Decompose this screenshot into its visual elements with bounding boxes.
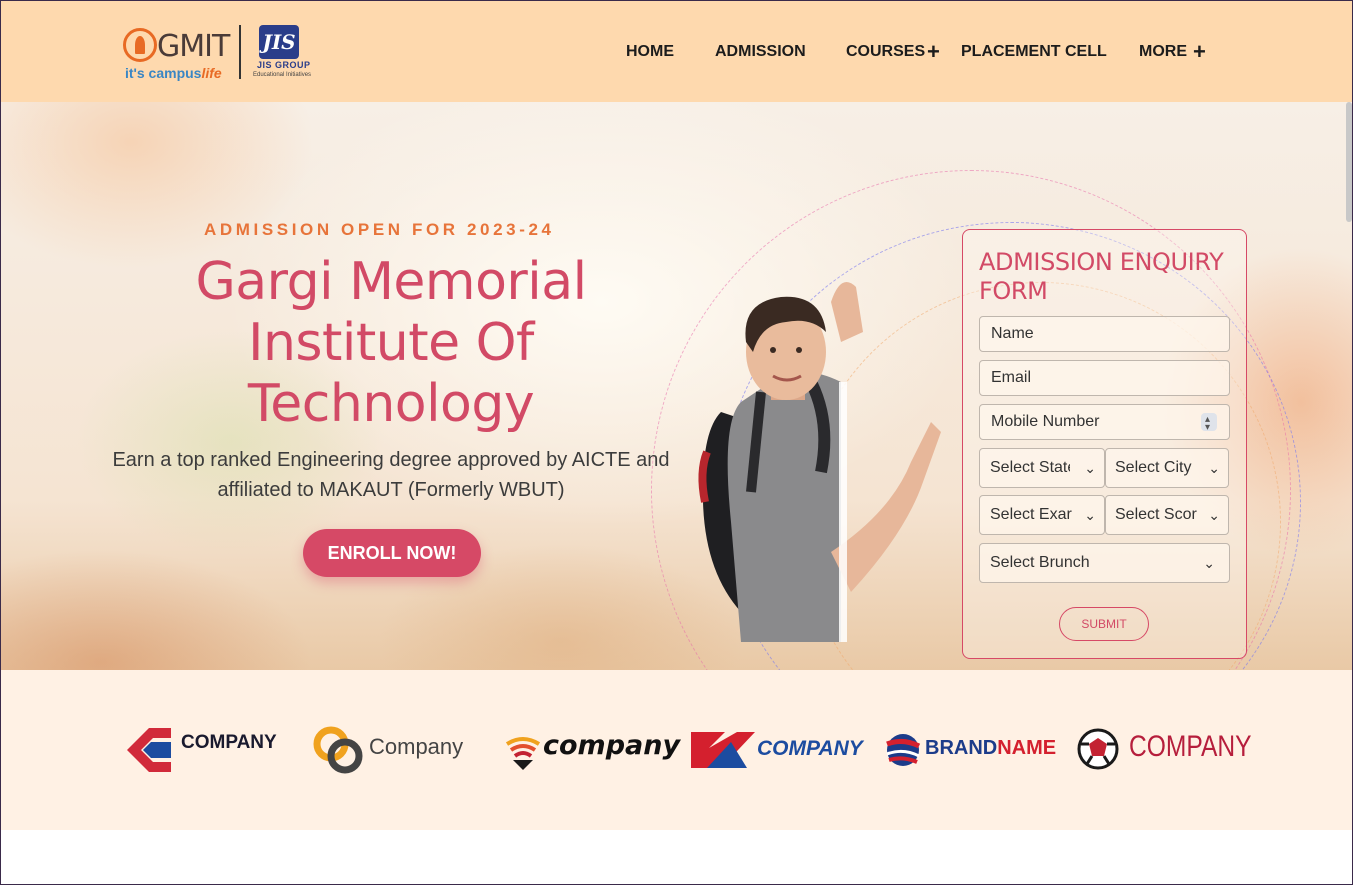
enroll-now-button[interactable]: ENROLL NOW! — [303, 529, 481, 577]
state-select-value: Select Statе — [990, 459, 1070, 476]
gmit-logo: GMIT — [123, 23, 235, 64]
page-title: Gargi Memorial Institute Of Technology — [195, 252, 587, 434]
email-input[interactable]: Email — [979, 360, 1230, 396]
admission-enquiry-form: ADMISSION ENQUIRY FORM Name Email Mobile … — [962, 229, 1247, 659]
chevron-down-icon: ⌄ — [1203, 555, 1215, 571]
exam-select-value: Select Exar — [990, 506, 1072, 523]
flame-icon — [123, 28, 157, 62]
college-logo[interactable]: GMIT it's campuslife JIS JIS GROUP Educa… — [123, 21, 313, 83]
jis-subtext: Educational Initiatives — [253, 72, 312, 78]
student-pointing-image — [698, 282, 941, 642]
page-scrollbar[interactable] — [1346, 102, 1352, 222]
admission-kicker: ADMISSION OPEN FOR 2023-24 — [204, 220, 555, 239]
state-select[interactable]: Select Statе ⌄ — [979, 448, 1105, 488]
city-select-value: Select City — [1115, 459, 1192, 476]
form-title: ADMISSION ENQUIRY FORM — [979, 248, 1224, 305]
partner-logo-1: COMPANY — [121, 720, 281, 780]
hero-banner: ADMISSION OPEN FOR 2023-24 Gargi Memoria… — [1, 102, 1352, 670]
nav-more[interactable]: MORE — [1139, 43, 1187, 61]
partner-name: Company — [369, 734, 464, 759]
number-spinner-icon[interactable] — [1201, 405, 1217, 439]
courses-expand-icon[interactable]: + — [927, 39, 940, 65]
exam-select[interactable]: Select Exar ⌄ — [979, 495, 1105, 535]
branch-select-value: Select Brunch — [990, 554, 1090, 571]
partner-logo-2: Company — [313, 720, 473, 780]
partner-name: COMPANY — [757, 737, 863, 760]
city-select[interactable]: Select City ⌄ — [1105, 448, 1229, 488]
partner-logo-4: COMPANY — [691, 720, 863, 780]
branch-select[interactable]: Select Brunch ⌄ — [979, 543, 1230, 583]
more-expand-icon[interactable]: + — [1193, 39, 1206, 65]
mobile-number-placeholder: Mobile Number — [991, 413, 1100, 430]
soccer-ball-logo-icon — [1077, 728, 1119, 770]
globe-stripe-logo-icon — [886, 734, 921, 766]
score-select-value: Select Scor — [1115, 506, 1197, 523]
jis-logo: JIS — [259, 25, 299, 59]
partner-logos-strip: COMPANY Company company COMPANY BRANDNAM… — [1, 670, 1352, 830]
chevron-down-icon: ⌄ — [1208, 460, 1220, 476]
score-select[interactable]: Select Scor ⌄ — [1105, 495, 1229, 535]
chevron-down-icon: ⌄ — [1084, 460, 1096, 476]
site-header: GMIT it's campuslife JIS JIS GROUP Educa… — [1, 1, 1352, 102]
partner-logo-3: company — [505, 720, 680, 780]
logo-tagline: it's campuslife — [125, 65, 222, 81]
nav-home[interactable]: HOME — [626, 43, 674, 61]
name-input[interactable]: Name — [979, 316, 1230, 352]
jis-group-text: JIS GROUP — [257, 60, 311, 70]
hero-subtitle: Earn a top ranked Engineering degree app… — [112, 449, 670, 501]
nav-courses[interactable]: COURSES — [846, 43, 925, 61]
nav-placement-cell[interactable]: PLACEMENT CELL — [961, 43, 1107, 61]
mobile-number-input[interactable]: Mobile Number — [979, 404, 1230, 440]
partner-name: company — [543, 730, 681, 761]
chain-link-logo-icon — [313, 726, 363, 774]
submit-button[interactable]: SUBMIT — [1059, 607, 1149, 641]
chevron-down-icon: ⌄ — [1084, 507, 1096, 523]
partner-name: BRANDNAME — [925, 737, 1057, 759]
chevron-down-icon: ⌄ — [1208, 507, 1220, 523]
partner-logo-5: BRANDNAME — [885, 720, 1056, 780]
swoosh-logo-icon — [691, 732, 755, 768]
gmit-wordmark: GMIT — [157, 29, 230, 64]
partner-name: COMPANY — [181, 732, 277, 753]
c-arrow-logo-icon — [127, 728, 171, 772]
fan-logo-icon — [505, 737, 541, 770]
nav-admission[interactable]: ADMISSION — [715, 43, 806, 61]
partner-logo-6: COMPANY — [1075, 720, 1252, 780]
partner-name: COMPANY — [1129, 730, 1252, 763]
logo-divider — [239, 25, 241, 79]
